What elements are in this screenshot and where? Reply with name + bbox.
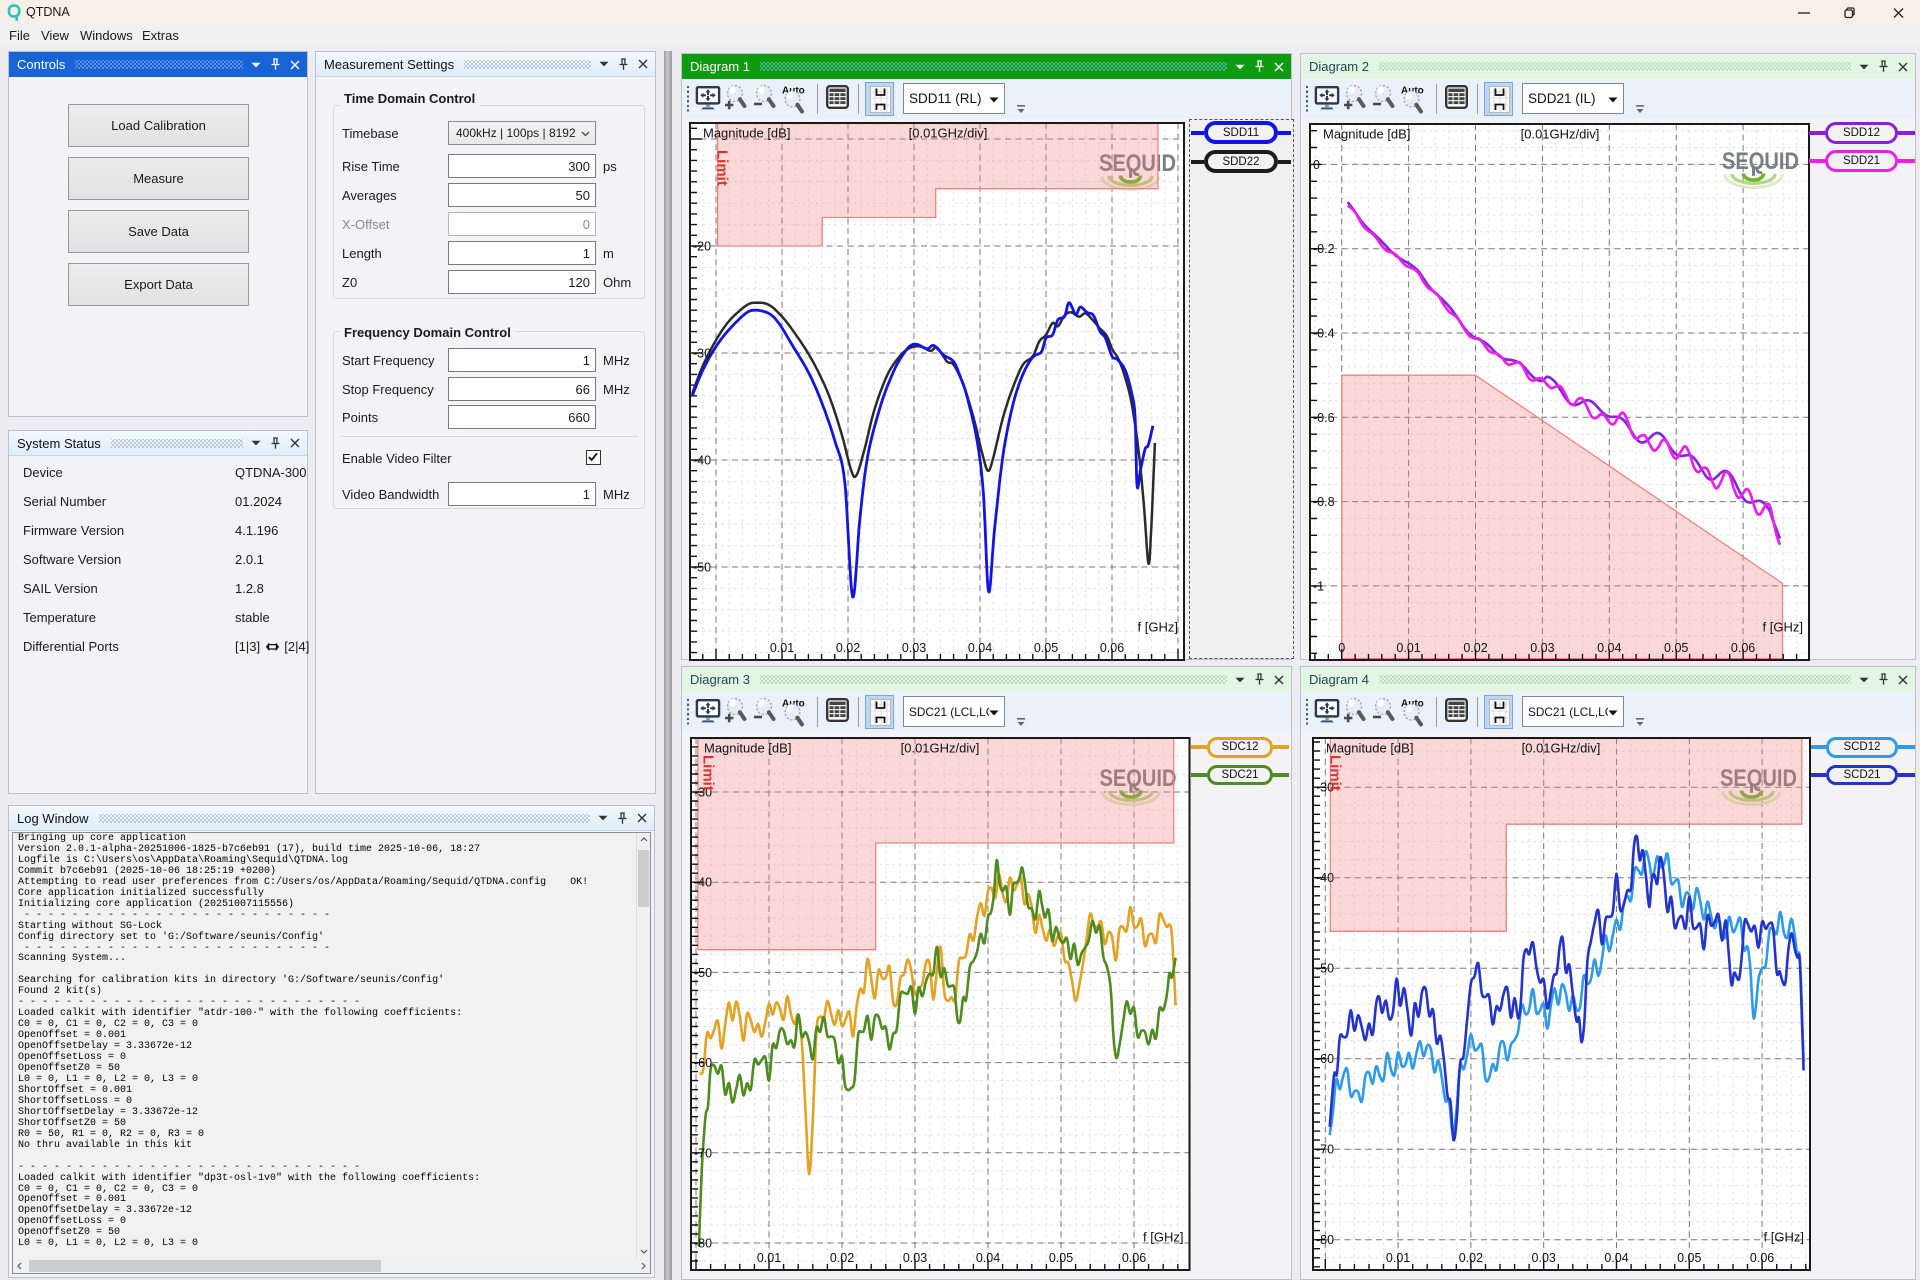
- svg-text:[0.01GHz/div]: [0.01GHz/div]: [1521, 127, 1600, 142]
- svg-text:[0.01GHz/div]: [0.01GHz/div]: [1522, 741, 1601, 756]
- svg-text:0.03: 0.03: [1530, 641, 1554, 655]
- svg-text:0.01: 0.01: [1386, 1251, 1410, 1265]
- svg-text:[0.01GHz/div]: [0.01GHz/div]: [900, 741, 979, 756]
- svg-text:-0.6: -0.6: [1313, 411, 1335, 425]
- svg-text:0.03: 0.03: [902, 641, 926, 655]
- svg-text:Limit: Limit: [714, 150, 731, 186]
- svg-text:0.05: 0.05: [1664, 641, 1688, 655]
- svg-text:-0.2: -0.2: [1313, 242, 1335, 256]
- svg-text:-60: -60: [694, 1056, 712, 1070]
- svg-text:0.06: 0.06: [1100, 641, 1124, 655]
- svg-text:0.04: 0.04: [1597, 641, 1621, 655]
- svg-text:-20: -20: [693, 240, 711, 254]
- svg-text:-40: -40: [1316, 871, 1334, 885]
- svg-text:0.02: 0.02: [836, 641, 860, 655]
- svg-text:f [GHz]: f [GHz]: [1138, 620, 1178, 635]
- svg-text:-0.8: -0.8: [1313, 495, 1335, 509]
- svg-text:Magnitude [dB]: Magnitude [dB]: [704, 741, 791, 756]
- svg-text:0.02: 0.02: [1463, 641, 1487, 655]
- svg-text:SEQUID: SEQUID: [1722, 148, 1799, 175]
- svg-text:Limit: Limit: [1327, 755, 1344, 791]
- svg-text:Magnitude [dB]: Magnitude [dB]: [703, 126, 790, 141]
- svg-text:0: 0: [1313, 158, 1320, 172]
- svg-text:-60: -60: [1316, 1052, 1334, 1066]
- svg-text:Magnitude [dB]: Magnitude [dB]: [1323, 127, 1410, 142]
- svg-text:0.02: 0.02: [1459, 1251, 1483, 1265]
- svg-text:0.03: 0.03: [902, 1251, 926, 1265]
- svg-text:0.05: 0.05: [1048, 1251, 1072, 1265]
- svg-text:0.04: 0.04: [975, 1251, 999, 1265]
- svg-text:-40: -40: [694, 876, 712, 890]
- svg-text:0.06: 0.06: [1750, 1251, 1774, 1265]
- svg-text:f [GHz]: f [GHz]: [1763, 620, 1803, 635]
- svg-text:0.01: 0.01: [770, 641, 794, 655]
- svg-text:-80: -80: [1316, 1233, 1334, 1247]
- svg-text:f [GHz]: f [GHz]: [1764, 1230, 1804, 1245]
- svg-text:-50: -50: [1316, 962, 1334, 976]
- svg-text:f [GHz]: f [GHz]: [1143, 1230, 1183, 1245]
- svg-text:0.05: 0.05: [1034, 641, 1058, 655]
- svg-text:-40: -40: [693, 454, 711, 468]
- svg-text:Magnitude [dB]: Magnitude [dB]: [1326, 741, 1413, 756]
- svg-text:0.02: 0.02: [829, 1251, 853, 1265]
- svg-text:Limit: Limit: [699, 755, 716, 791]
- svg-text:-0.4: -0.4: [1313, 327, 1335, 341]
- svg-text:0.01: 0.01: [756, 1251, 780, 1265]
- svg-text:0.03: 0.03: [1532, 1251, 1556, 1265]
- svg-text:-80: -80: [694, 1237, 712, 1251]
- svg-text:-50: -50: [693, 561, 711, 575]
- svg-text:0: 0: [1338, 641, 1345, 655]
- svg-text:-70: -70: [1316, 1143, 1334, 1157]
- svg-text:0.01: 0.01: [1396, 641, 1420, 655]
- svg-text:-70: -70: [694, 1146, 712, 1160]
- svg-text:0.04: 0.04: [968, 641, 992, 655]
- svg-text:0.06: 0.06: [1731, 641, 1755, 655]
- svg-text:-1: -1: [1313, 579, 1324, 593]
- svg-text:-50: -50: [694, 966, 712, 980]
- svg-text:[0.01GHz/div]: [0.01GHz/div]: [909, 126, 988, 141]
- svg-text:0.06: 0.06: [1121, 1251, 1145, 1265]
- svg-text:0.05: 0.05: [1677, 1251, 1701, 1265]
- svg-text:-30: -30: [693, 347, 711, 361]
- svg-text:0.04: 0.04: [1604, 1251, 1628, 1265]
